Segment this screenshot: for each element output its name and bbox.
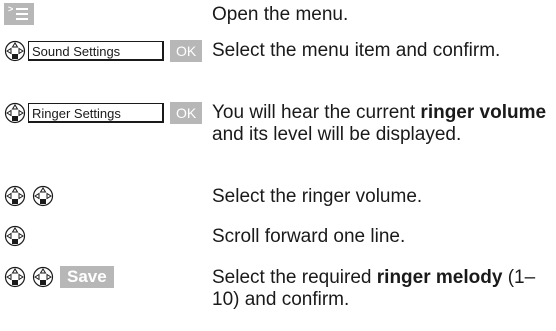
step-description: Select the menu item and confirm. <box>212 40 501 61</box>
step-description: Open the menu. <box>212 4 349 25</box>
control-key-icon <box>4 102 26 124</box>
control-key-icon <box>4 266 26 288</box>
step-description: Select the required ringer melody (1–10)… <box>212 267 536 310</box>
display-sound-settings: Sound Settings <box>28 41 164 61</box>
emphasis-ringer-melody: ringer melody <box>376 267 503 288</box>
ok-key: OK <box>170 102 203 124</box>
ok-key: OK <box>170 40 203 62</box>
step-description: Scroll forward one line. <box>212 226 406 247</box>
step-description: Select the ringer volume. <box>212 186 423 207</box>
control-key-icon <box>4 40 26 62</box>
display-ringer-settings: Ringer Settings <box>28 103 164 123</box>
step-description: You will hear the current ringer volume … <box>212 102 547 145</box>
control-key-icon <box>4 185 26 207</box>
save-key: Save <box>60 266 114 288</box>
control-key-icon <box>4 225 26 247</box>
emphasis-ringer-volume: ringer volume <box>420 102 547 123</box>
control-key-icon <box>32 185 54 207</box>
menu-key-icon: > <box>4 3 34 25</box>
control-key-icon <box>32 266 54 288</box>
